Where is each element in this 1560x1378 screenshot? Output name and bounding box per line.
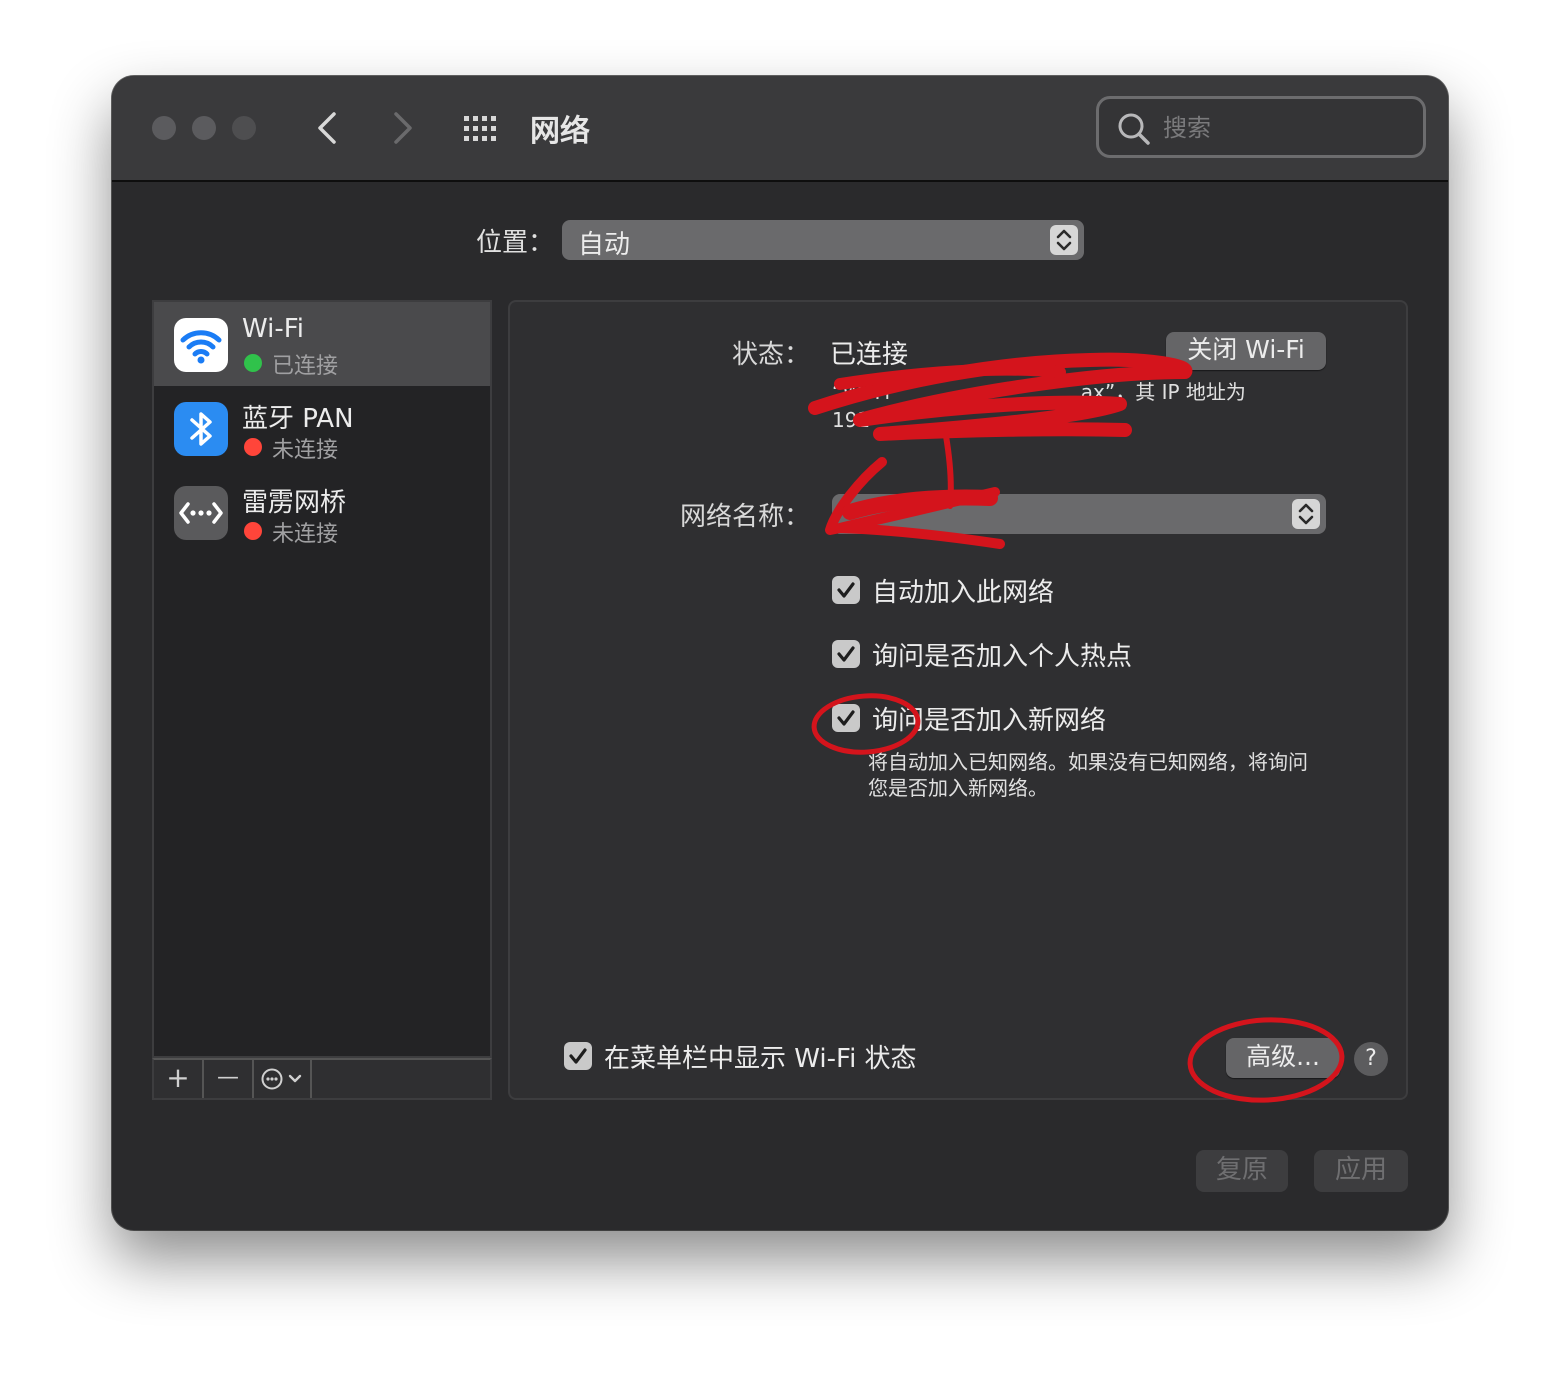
revert-button[interactable]: 复原 <box>1196 1150 1288 1192</box>
ask-new-network-label: 询问是否加入新网络 <box>872 706 1107 736</box>
ellipsis-circle-icon <box>261 1068 302 1090</box>
checkmark-icon <box>569 1048 587 1064</box>
search-input[interactable] <box>1161 109 1405 147</box>
hint-line-1: 将自动加入已知网络。如果没有已知网络，将询问 <box>868 750 1308 774</box>
window-title: 网络 <box>530 114 590 149</box>
service-list: Wi-Fi 已连接 蓝牙 PAN 未连接 雷雳网桥 未连接 <box>152 300 492 1058</box>
back-button[interactable] <box>308 106 348 150</box>
status-label: 状态： <box>731 340 810 370</box>
chevron-left-icon <box>318 112 336 144</box>
service-name: 雷雳网桥 <box>242 488 347 518</box>
thunderbolt-bridge-icon <box>174 486 228 540</box>
zoom-window-button[interactable] <box>232 116 256 140</box>
checkmark-icon <box>837 646 855 662</box>
service-status: 未连接 <box>272 522 339 547</box>
minimize-window-button[interactable] <box>192 116 216 140</box>
help-button[interactable]: ? <box>1354 1042 1388 1076</box>
wifi-icon <box>174 318 228 372</box>
advanced-button[interactable]: 高级... <box>1226 1038 1340 1078</box>
remove-service-button[interactable]: — <box>204 1060 254 1098</box>
add-service-button[interactable]: + <box>154 1060 204 1098</box>
action-menu-button[interactable] <box>254 1060 312 1098</box>
service-item-thunderbolt-bridge[interactable]: 雷雳网桥 未连接 <box>154 470 490 554</box>
search-icon <box>1118 113 1150 145</box>
network-preferences-window: 网络 位置： 自动 <box>112 76 1448 1230</box>
titlebar: 网络 <box>112 76 1448 182</box>
show-wifi-in-menubar-checkbox[interactable] <box>564 1042 592 1070</box>
ask-hotspot-label: 询问是否加入个人热点 <box>872 642 1133 672</box>
popup-stepper-icon <box>1050 225 1078 255</box>
show-all-grid-icon[interactable] <box>462 114 502 144</box>
status-value: 已连接 <box>830 340 909 370</box>
location-popup[interactable]: 自动 <box>562 220 1084 260</box>
service-item-bluetooth-pan[interactable]: 蓝牙 PAN 未连接 <box>154 386 490 470</box>
checkmark-icon <box>837 582 855 598</box>
hint-line-2: 您是否加入新网络。 <box>868 776 1048 800</box>
auto-join-checkbox[interactable] <box>832 576 860 604</box>
network-name-label: 网络名称： <box>679 502 810 532</box>
popup-stepper-icon <box>1292 499 1320 529</box>
forward-button[interactable] <box>382 106 422 150</box>
wifi-detail-pane: 状态： 已连接 关闭 Wi-Fi “Wi-Fi ax”，其 IP 地址为 192… <box>508 300 1408 1100</box>
show-wifi-in-menubar-label: 在菜单栏中显示 Wi-Fi 状态 <box>604 1044 917 1074</box>
status-dot-green <box>244 354 262 372</box>
service-name: Wi-Fi <box>242 314 305 344</box>
ask-hotspot-checkbox[interactable] <box>832 640 860 668</box>
auto-join-label: 自动加入此网络 <box>872 578 1055 608</box>
service-list-toolbar: + — <box>152 1058 492 1100</box>
ip-address-text: 192 <box>832 408 871 432</box>
ask-new-network-checkbox[interactable] <box>832 704 860 732</box>
checkmark-icon <box>837 710 855 726</box>
status-dot-red <box>244 438 262 456</box>
status-description: “Wi-Fi ax”，其 IP 地址为 <box>832 380 1246 404</box>
location-value: 自动 <box>578 230 631 260</box>
service-status: 已连接 <box>272 354 339 379</box>
chevron-right-icon <box>394 112 412 144</box>
location-label: 位置： <box>476 228 555 258</box>
apply-button[interactable]: 应用 <box>1314 1150 1408 1192</box>
status-dot-red <box>244 522 262 540</box>
network-name-popup[interactable] <box>832 494 1326 534</box>
search-field[interactable] <box>1096 96 1426 158</box>
bluetooth-icon <box>174 402 228 456</box>
service-item-wifi[interactable]: Wi-Fi 已连接 <box>154 302 490 386</box>
service-name: 蓝牙 PAN <box>242 404 354 434</box>
turn-off-wifi-button[interactable]: 关闭 Wi-Fi <box>1166 332 1326 370</box>
close-window-button[interactable] <box>152 116 176 140</box>
service-status: 未连接 <box>272 438 339 463</box>
